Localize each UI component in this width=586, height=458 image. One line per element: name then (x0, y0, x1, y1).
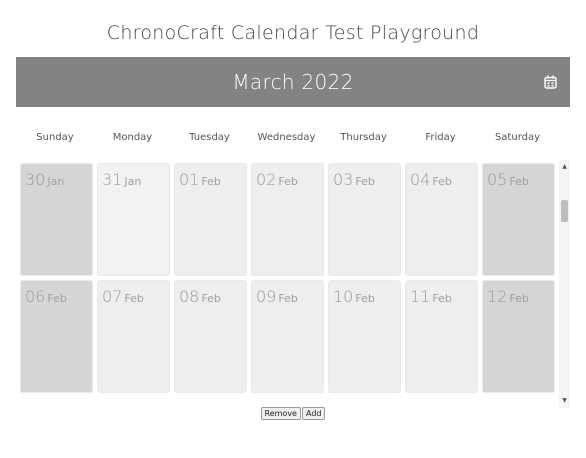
weekday-label-friday: Friday (425, 132, 456, 143)
day-month: Feb (355, 292, 375, 305)
calendar-grid-inner: 30 Jan 31 Jan 01 Feb 02 Feb 03 Feb 04 Feb 05 Fe… (20, 160, 558, 397)
scroll-down-arrow-icon[interactable]: ▼ (559, 396, 570, 406)
day-number: 01 (179, 170, 200, 189)
day-number: 06 (25, 287, 46, 306)
day-cell[interactable]: 08 Feb (174, 280, 247, 393)
day-number: 02 (256, 170, 277, 189)
day-month: Jan (124, 175, 142, 188)
calendar-controls: Remove Add (0, 407, 586, 421)
day-month: Feb (278, 292, 298, 305)
day-number: 08 (179, 287, 200, 306)
day-month: Feb (124, 292, 144, 305)
day-month: Feb (47, 292, 67, 305)
day-cell[interactable]: 12 Feb (482, 280, 555, 393)
day-number: 03 (333, 170, 354, 189)
day-month: Feb (509, 175, 529, 188)
day-cell[interactable]: 01 Feb (174, 163, 247, 276)
weekday-label-saturday: Saturday (494, 132, 541, 143)
day-cell[interactable]: 31 Jan (97, 163, 170, 276)
weekday-label-monday: Monday (112, 132, 153, 143)
weekday-label-tuesday: Tuesday (189, 132, 230, 143)
day-month: Feb (278, 175, 298, 188)
day-month: Feb (509, 292, 529, 305)
day-month: Jan (47, 175, 65, 188)
weekday-label-sunday: Sunday (36, 132, 74, 143)
day-month: Feb (432, 175, 452, 188)
calendar-grid[interactable]: 30 Jan 31 Jan 01 Feb 02 Feb 03 Feb 04 Feb 05 Fe… (16, 160, 572, 408)
day-month: Feb (201, 292, 221, 305)
scroll-up-arrow-icon[interactable]: ▲ (559, 162, 570, 172)
day-cell[interactable]: 04 Feb (405, 163, 478, 276)
day-month: Feb (201, 175, 221, 188)
add-button[interactable]: Add (301, 407, 326, 420)
day-cell[interactable]: 03 Feb (328, 163, 401, 276)
day-number: 05 (487, 170, 508, 189)
vertical-scrollbar[interactable]: ▲ ▼ (559, 160, 570, 408)
day-cell[interactable]: 07 Feb (97, 280, 170, 393)
remove-button[interactable]: Remove (260, 407, 301, 420)
day-month: Feb (355, 175, 375, 188)
day-cell[interactable]: 06 Feb (20, 280, 93, 393)
week-row: 30 Jan 31 Jan 01 Feb 02 Feb 03 Feb 04 Feb 05 Fe… (20, 163, 558, 276)
day-cell[interactable]: 30 Jan (20, 163, 93, 276)
day-number: 30 (25, 170, 46, 189)
day-number: 04 (410, 170, 431, 189)
page-title: ChronoCraft Calendar Test Playground (106, 22, 480, 44)
day-cell[interactable]: 10 Feb (328, 280, 401, 393)
weekday-header-row: Sunday Monday Tuesday Wednesday Thursday… (16, 132, 570, 148)
day-cell[interactable]: 02 Feb (251, 163, 324, 276)
calendar-header: March 2022 (16, 57, 570, 107)
scroll-thumb[interactable] (561, 200, 568, 222)
weekday-label-wednesday: Wednesday (257, 132, 316, 143)
day-cell[interactable]: 09 Feb (251, 280, 324, 393)
calendar-icon[interactable] (544, 74, 557, 89)
day-cell[interactable]: 11 Feb (405, 280, 478, 393)
month-title: March 2022 (232, 70, 354, 94)
day-number: 09 (256, 287, 277, 306)
day-number: 12 (487, 287, 508, 306)
week-row: 06 Feb 07 Feb 08 Feb 09 Feb 10 Feb 11 Feb 12 Fe… (20, 280, 558, 393)
day-number: 31 (102, 170, 123, 189)
weekday-label-thursday: Thursday (340, 132, 387, 143)
day-cell[interactable]: 05 Feb (482, 163, 555, 276)
day-month: Feb (432, 292, 452, 305)
day-number: 10 (333, 287, 354, 306)
day-number: 11 (410, 287, 431, 306)
day-number: 07 (102, 287, 123, 306)
